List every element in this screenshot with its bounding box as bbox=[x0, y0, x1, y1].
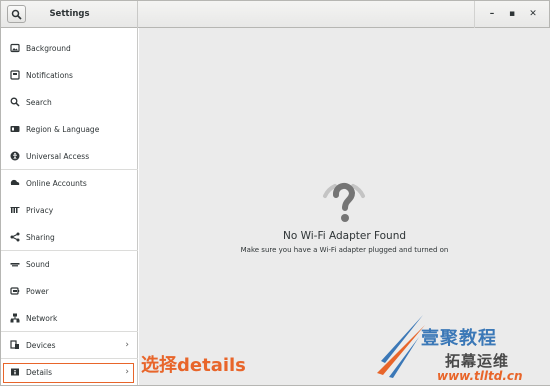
sidebar-item-label: Online Accounts bbox=[26, 179, 87, 188]
sidebar-item-background[interactable]: Background bbox=[1, 35, 138, 62]
online-accounts-icon bbox=[10, 179, 20, 185]
sidebar: Background Notifications Search Region &… bbox=[1, 28, 138, 385]
sidebar-item-label: Search bbox=[26, 98, 52, 107]
sidebar-item-devices[interactable]: Devices › bbox=[1, 332, 138, 359]
sidebar-item-online-accounts[interactable]: Online Accounts bbox=[1, 170, 138, 197]
no-wifi-subtitle: Make sure you have a Wi-Fi adapter plugg… bbox=[240, 246, 449, 254]
sidebar-item-privacy[interactable]: Privacy bbox=[1, 197, 138, 224]
sidebar-item-notifications[interactable]: Notifications bbox=[1, 62, 138, 89]
sidebar-item-search[interactable]: Search bbox=[1, 89, 138, 116]
sidebar-item-power[interactable]: Power bbox=[1, 278, 138, 305]
devices-icon bbox=[10, 340, 19, 349]
search-icon bbox=[11, 9, 22, 20]
notifications-icon bbox=[10, 70, 20, 80]
sidebar-item-label: Privacy bbox=[26, 206, 54, 215]
power-icon bbox=[10, 287, 20, 295]
sidebar-item-label: Region & Language bbox=[26, 125, 100, 134]
watermark-line1: 壹聚教程 bbox=[421, 328, 497, 349]
sound-icon bbox=[10, 263, 20, 267]
watermark-logo bbox=[377, 315, 425, 378]
chevron-right-icon: › bbox=[125, 340, 129, 350]
sidebar-item-label: Notifications bbox=[26, 71, 73, 80]
sidebar-item-label: Universal Access bbox=[26, 152, 90, 161]
sidebar-item-region-language[interactable]: Region & Language bbox=[1, 116, 138, 143]
sidebar-item-sharing[interactable]: Sharing bbox=[1, 224, 138, 251]
search-button[interactable] bbox=[7, 5, 26, 23]
no-wifi-icon bbox=[323, 182, 365, 222]
sidebar-item-label: Sharing bbox=[26, 233, 55, 242]
details-highlight-box bbox=[3, 363, 134, 383]
header-left-pane: Settings bbox=[1, 1, 138, 28]
maximize-button[interactable]: ▪ bbox=[505, 7, 519, 21]
watermark-line2: 拓幕运维 bbox=[445, 352, 510, 370]
close-button[interactable]: ✕ bbox=[526, 7, 540, 21]
sidebar-item-label: Sound bbox=[26, 260, 50, 269]
sidebar-item-sound[interactable]: Sound bbox=[1, 251, 138, 278]
watermark-url: www.tlltd.cn bbox=[437, 369, 523, 383]
no-wifi-title: No Wi-Fi Adapter Found bbox=[282, 230, 407, 242]
header-bar: Settings – ▪ ✕ bbox=[1, 1, 549, 28]
annotation-label: 选择details bbox=[141, 355, 246, 376]
sidebar-item-label: Network bbox=[26, 314, 58, 323]
sharing-icon bbox=[10, 232, 20, 242]
network-icon bbox=[10, 313, 20, 323]
sidebar-item-label: Devices bbox=[26, 341, 56, 350]
sidebar-item-label: Power bbox=[26, 287, 49, 296]
settings-window: Settings – ▪ ✕ Background Notifications bbox=[0, 0, 550, 386]
sidebar-item-label: Background bbox=[26, 44, 71, 53]
accessibility-icon bbox=[10, 151, 20, 161]
sidebar-item-universal-access[interactable]: Universal Access bbox=[1, 143, 138, 170]
privacy-icon bbox=[10, 207, 20, 213]
minimize-button[interactable]: – bbox=[485, 7, 499, 21]
sidebar-item-network[interactable]: Network bbox=[1, 305, 138, 332]
window-controls: – ▪ ✕ bbox=[474, 1, 549, 28]
background-icon bbox=[10, 43, 20, 53]
region-icon bbox=[10, 126, 20, 132]
search-icon bbox=[10, 97, 20, 107]
